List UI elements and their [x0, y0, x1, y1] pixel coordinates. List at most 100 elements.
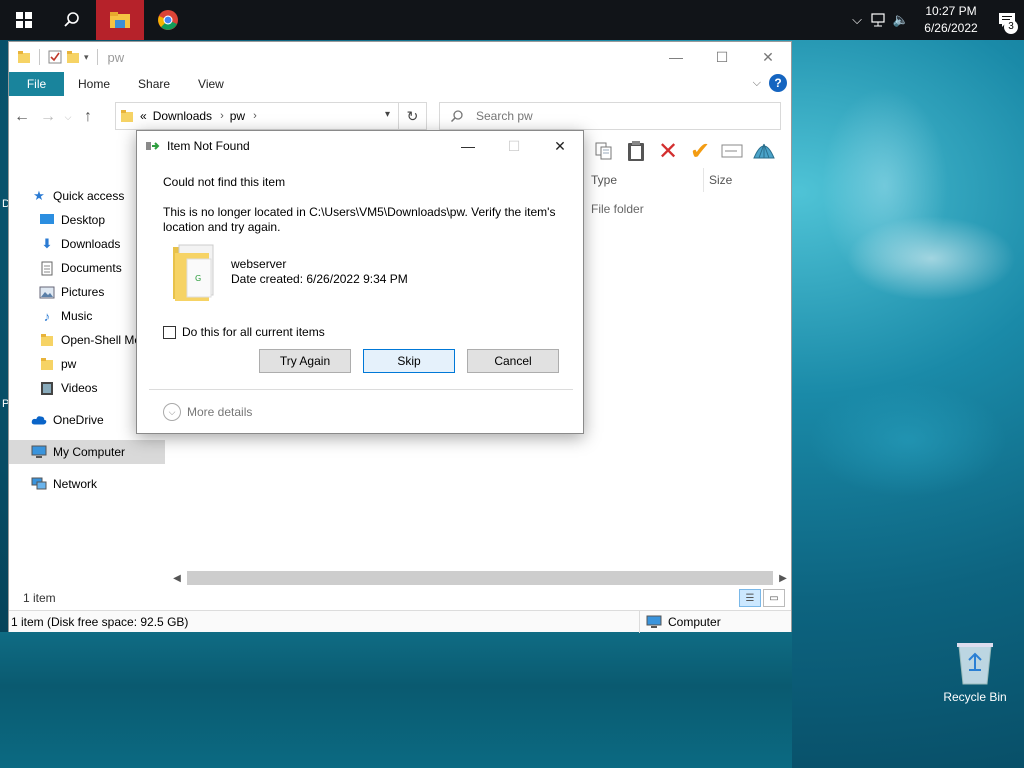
toolbar-divider — [39, 49, 40, 65]
expand-ribbon-icon[interactable]: ⌵ — [753, 77, 761, 90]
videos-icon — [39, 380, 55, 396]
ribbon-right: ⌵ ? — [753, 74, 787, 92]
column-divider[interactable] — [703, 168, 704, 192]
dialog-heading: Could not find this item — [163, 175, 286, 189]
search-placeholder: Search pw — [476, 109, 533, 123]
network-icon[interactable] — [868, 0, 890, 40]
folder-icon — [121, 110, 133, 122]
tab-home[interactable]: Home — [64, 72, 124, 96]
address-dropdown-icon[interactable]: ▾ — [385, 109, 390, 120]
details-view-icon[interactable]: ☰ — [739, 589, 761, 607]
nav-label: Pictures — [61, 285, 105, 299]
start-button[interactable] — [0, 0, 48, 40]
refresh-icon[interactable]: ↻ — [398, 103, 426, 129]
nav-label: pw — [61, 357, 77, 371]
chrome-icon — [158, 10, 178, 30]
maximize-icon[interactable]: ☐ — [699, 42, 745, 72]
pictures-icon — [39, 284, 55, 300]
nav-my-computer[interactable]: My Computer — [9, 440, 165, 464]
nav-network[interactable]: Network — [9, 472, 165, 496]
checkbox[interactable] — [163, 325, 176, 339]
dialog-title: Item Not Found — [167, 139, 250, 153]
row-type-value: File folder — [591, 202, 644, 216]
scroll-right-icon[interactable]: ▶ — [775, 573, 791, 584]
taskbar-file-explorer[interactable] — [96, 0, 144, 40]
item-count: 1 item — [23, 591, 56, 605]
action-center-button[interactable]: 3 — [990, 0, 1024, 40]
search-input[interactable]: Search pw — [439, 102, 781, 130]
delete-icon[interactable]: ✕ — [655, 138, 681, 165]
file-date-created: Date created: 6/26/2022 9:34 PM — [231, 272, 408, 286]
cancel-button[interactable]: Cancel — [467, 349, 559, 373]
chevron-up-icon[interactable]: ⌵ — [846, 0, 868, 40]
volume-icon[interactable]: 🔈 — [890, 0, 912, 40]
tab-view[interactable]: View — [184, 72, 238, 96]
star-icon: ★ — [33, 188, 45, 203]
recycle-bin-icon — [955, 640, 995, 686]
dialog-title-bar: Item Not Found — ☐ ✕ — [137, 131, 583, 161]
minimize-icon[interactable]: — — [445, 131, 491, 161]
dialog-divider — [149, 389, 573, 390]
forward-arrow-icon[interactable]: → — [35, 108, 61, 126]
skip-button[interactable]: Skip — [363, 349, 455, 373]
folder-icon — [39, 332, 55, 348]
breadcrumb-pw[interactable]: pw — [230, 109, 245, 123]
folder-icon — [18, 51, 30, 63]
chevron-right-icon[interactable]: › — [220, 110, 224, 122]
notification-count: 3 — [1004, 20, 1018, 34]
music-icon: ♪ — [43, 308, 51, 324]
chevron-right-icon[interactable]: › — [253, 110, 257, 122]
horizontal-scrollbar[interactable]: ◀ ▶ — [169, 570, 791, 586]
search-button[interactable] — [48, 0, 96, 40]
windows-logo-icon — [16, 12, 32, 28]
window-controls: — ☐ ✕ — [653, 42, 791, 72]
breadcrumb-downloads[interactable]: Downloads — [153, 109, 212, 123]
dialog-window-controls: — ☐ ✕ — [445, 131, 583, 161]
customize-toolbar-icon[interactable]: ▾ — [84, 52, 89, 63]
new-folder-icon[interactable] — [66, 50, 80, 64]
nav-label: Downloads — [61, 237, 121, 251]
scrollbar-thumb[interactable] — [187, 571, 773, 585]
apply-all-checkbox[interactable]: Do this for all current items — [163, 325, 325, 339]
minimize-icon[interactable]: — — [653, 42, 699, 72]
nav-label: Open-Shell Me — [61, 333, 142, 347]
tab-share[interactable]: Share — [124, 72, 184, 96]
recycle-bin[interactable]: Recycle Bin — [940, 640, 1010, 704]
try-again-button[interactable]: Try Again — [259, 349, 351, 373]
copy-icon[interactable] — [591, 138, 617, 164]
item-not-found-dialog: Item Not Found — ☐ ✕ Could not find this… — [136, 130, 584, 434]
rename-icon[interactable] — [719, 138, 745, 164]
close-icon[interactable]: ✕ — [537, 131, 583, 161]
computer-icon — [646, 615, 662, 628]
title-bar: ▾ pw — ☐ ✕ — [9, 42, 791, 72]
nav-label: Documents — [61, 261, 122, 275]
back-arrow-icon[interactable]: ← — [9, 108, 35, 126]
column-type[interactable]: Type — [591, 173, 617, 187]
large-icons-view-icon[interactable]: ▭ — [763, 589, 785, 607]
address-bar[interactable]: « Downloads › pw › ▾ ↻ — [115, 102, 427, 130]
classic-toolbar: ✕ ✔ — [591, 138, 777, 165]
nav-label: Network — [53, 477, 98, 491]
search-icon — [450, 110, 463, 123]
help-icon[interactable]: ? — [769, 74, 787, 92]
zone-computer: Computer — [639, 611, 721, 633]
tab-file[interactable]: File — [9, 72, 64, 96]
folder-icon — [39, 356, 55, 372]
column-headers: Type Size — [591, 168, 781, 192]
more-details-toggle[interactable]: ⌵ More details — [163, 403, 252, 421]
zone-label: Computer — [668, 615, 721, 629]
nav-label: My Computer — [53, 445, 126, 459]
recent-locations-icon[interactable]: ⌵ — [61, 112, 75, 123]
open-shell-icon[interactable] — [751, 138, 777, 164]
close-icon[interactable]: ✕ — [745, 42, 791, 72]
clock[interactable]: 10:27 PM 6/26/2022 — [916, 3, 986, 37]
scroll-left-icon[interactable]: ◀ — [169, 573, 185, 584]
paste-icon[interactable] — [623, 138, 649, 164]
computer-icon — [31, 444, 47, 460]
up-arrow-icon[interactable]: ↑ — [75, 108, 101, 126]
breadcrumb-overflow[interactable]: « — [140, 109, 147, 123]
properties-icon[interactable] — [48, 50, 62, 64]
column-size[interactable]: Size — [709, 173, 732, 187]
checkmark-icon[interactable]: ✔ — [687, 138, 713, 165]
taskbar-chrome[interactable] — [144, 0, 192, 40]
